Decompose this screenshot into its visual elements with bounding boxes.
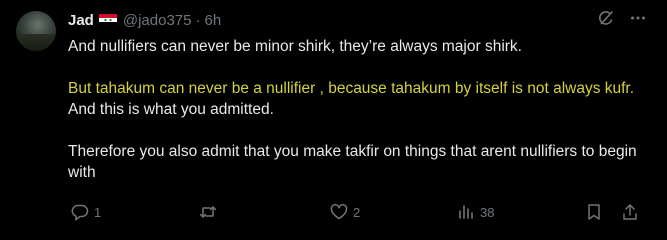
retweet-button[interactable] — [198, 202, 222, 222]
tweet[interactable]: Jad @jado375 · 6h And nullifiers can nev… — [0, 0, 667, 240]
paragraph-2-rest: And this is what you admitted. — [68, 101, 274, 118]
timestamp[interactable]: 6h — [204, 12, 221, 29]
retweet-icon — [198, 202, 218, 222]
more-options-icon[interactable] — [629, 9, 647, 27]
like-count: 2 — [353, 204, 361, 220]
views-chart-icon — [456, 202, 476, 222]
tweet-paragraph-1: And nullifiers can never be minor shirk,… — [68, 38, 522, 55]
heart-icon — [329, 202, 349, 222]
tweet-paragraph-3: Therefore you also admit that you make t… — [68, 143, 637, 181]
bookmark-icon — [584, 202, 604, 222]
tweet-header: Jad @jado375 · 6h — [68, 10, 221, 30]
highlighted-text: But tahakum can never be a nullifier , b… — [68, 80, 635, 97]
bookmark-button[interactable] — [584, 202, 604, 222]
avatar[interactable] — [16, 11, 56, 51]
share-icon — [620, 202, 640, 222]
action-bar: 1 2 38 — [68, 201, 645, 223]
share-button[interactable] — [620, 202, 640, 222]
grok-icon[interactable] — [597, 9, 615, 27]
separator-dot: · — [195, 11, 201, 29]
reply-count: 1 — [94, 204, 102, 220]
tweet-body: And nullifiers can never be minor shirk,… — [68, 36, 648, 183]
author-handle[interactable]: @jado375 — [123, 12, 192, 29]
like-button[interactable]: 2 — [329, 202, 360, 222]
top-icons — [597, 9, 647, 27]
tweet-paragraph-2: But tahakum can never be a nullifier , b… — [68, 78, 648, 120]
author-name[interactable]: Jad — [68, 12, 94, 29]
reply-button[interactable]: 1 — [70, 202, 101, 222]
views-count: 38 — [480, 204, 495, 220]
reply-icon — [70, 202, 90, 222]
syria-flag-icon — [98, 14, 117, 26]
views-button[interactable]: 38 — [456, 202, 494, 222]
